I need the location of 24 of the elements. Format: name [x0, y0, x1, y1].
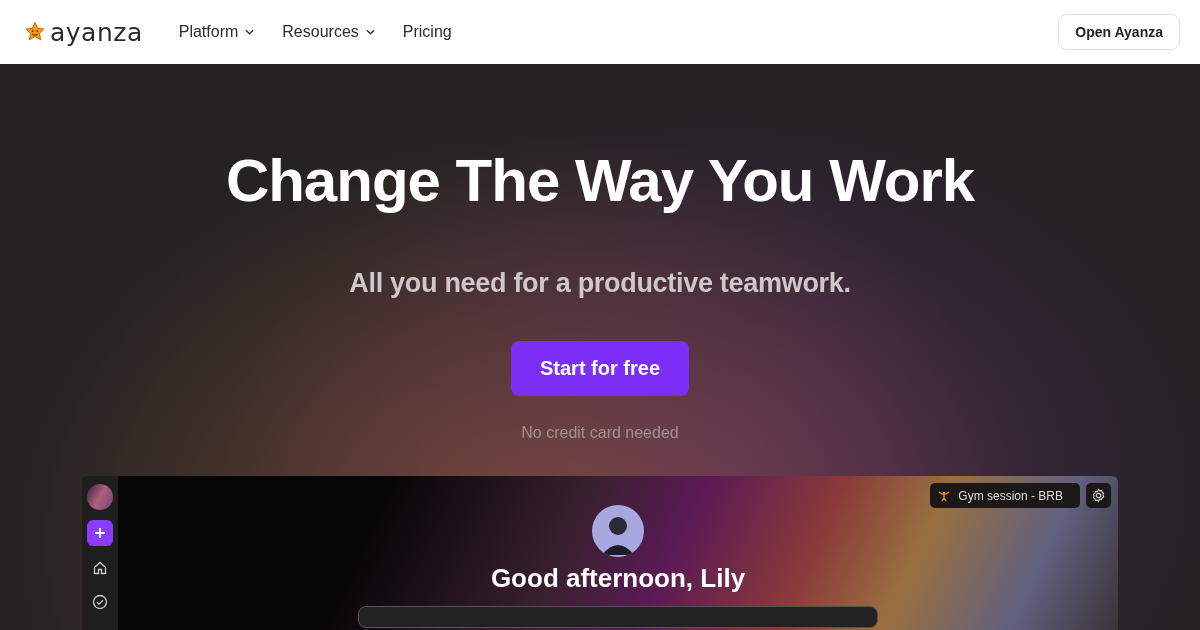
star-face-logo-icon: [24, 21, 46, 43]
check-circle-icon[interactable]: [92, 594, 108, 610]
workspace-avatar[interactable]: [87, 484, 113, 510]
greeting-text: Good afternoon, Lily: [490, 563, 746, 594]
status-text: Gym session - BRB: [958, 488, 1063, 503]
start-button[interactable]: Start for free: [511, 341, 689, 396]
chevron-down-icon: [365, 29, 375, 35]
nav-link[interactable]: Platform: [178, 23, 255, 41]
add-button[interactable]: [87, 520, 113, 546]
user-avatar: [592, 505, 644, 557]
open-app-button[interactable]: Open Ayanza: [1058, 14, 1180, 50]
status-pill[interactable]: Gym session - BRB: [930, 483, 1080, 508]
nav-link[interactable]: Resources: [282, 23, 375, 41]
input-field[interactable]: [358, 606, 878, 628]
home-icon[interactable]: [92, 560, 108, 576]
chevron-down-icon: [245, 29, 255, 35]
settings-button[interactable]: [1086, 483, 1111, 508]
nav-link[interactable]: Pricing: [402, 23, 452, 41]
plus-icon: [94, 527, 106, 539]
hero-title: Change The Way You Work: [225, 146, 975, 216]
logo-wordmark[interactable]: ayanza: [50, 17, 143, 47]
hero-note: No credit card needed: [521, 424, 679, 442]
hero-subtitle: All you need for a productive teamwork.: [349, 268, 851, 299]
settings-icon: [1091, 488, 1106, 503]
